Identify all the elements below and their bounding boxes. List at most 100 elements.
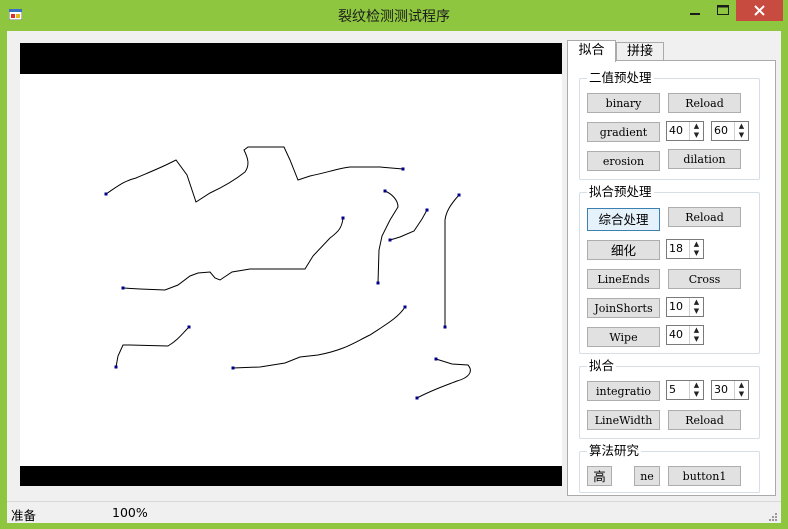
group-title: 算法研究 xyxy=(587,443,642,458)
spin-down-icon[interactable]: ▼ xyxy=(690,131,703,140)
gradient-button[interactable]: gradient xyxy=(587,122,660,142)
integration-b-stepper[interactable]: 30 ▲ ▼ xyxy=(711,380,749,400)
high-button[interactable]: 高 xyxy=(587,466,612,486)
integration-a-stepper[interactable]: 5 ▲ ▼ xyxy=(666,380,704,400)
gradient-low-value: 40 xyxy=(669,124,683,137)
crack-endpoint xyxy=(187,325,191,329)
wipe-button[interactable]: Wipe xyxy=(587,327,660,347)
crack-endpoint xyxy=(231,366,235,370)
crack-endpoint xyxy=(383,189,387,193)
lineends-button[interactable]: LineEnds xyxy=(587,269,660,289)
group-algorithm-research: 算法研究 高 ne button1 xyxy=(579,444,760,493)
close-icon xyxy=(754,5,765,16)
stepper-arrows: ▲ ▼ xyxy=(734,381,748,399)
spin-up-icon[interactable]: ▲ xyxy=(690,381,703,390)
button1[interactable]: button1 xyxy=(668,466,741,486)
group-fit: 拟合 integratio 5 ▲ ▼ 30 ▲ ▼ LineWidth Rel… xyxy=(579,359,760,439)
crack-endpoint xyxy=(114,365,118,369)
group-fit-preprocess: 拟合预处理 综合处理 Reload 细化 18 ▲ ▼ LineEnds Cro… xyxy=(579,185,760,354)
crack-line xyxy=(444,194,460,327)
crack-endpoint xyxy=(121,286,125,290)
binary-button[interactable]: binary xyxy=(587,93,660,113)
reload-fit-button[interactable]: Reload xyxy=(668,207,741,227)
spin-down-icon[interactable]: ▼ xyxy=(690,390,703,399)
spin-up-icon[interactable]: ▲ xyxy=(735,381,748,390)
integration-button[interactable]: integratio xyxy=(587,381,660,401)
crack-endpoint xyxy=(403,305,407,309)
status-text: 准备 xyxy=(11,508,37,523)
thinning-button[interactable]: 细化 xyxy=(587,240,660,260)
crack-endpoint xyxy=(401,167,405,171)
spin-down-icon[interactable]: ▼ xyxy=(735,131,748,140)
crack-endpoint xyxy=(341,216,345,220)
crack-line xyxy=(115,326,190,368)
stepper-arrows: ▲ ▼ xyxy=(689,240,703,258)
crack-endpoint xyxy=(425,208,429,212)
joinshorts-value: 10 xyxy=(669,300,683,313)
maximize-button[interactable] xyxy=(708,0,738,21)
wipe-stepper[interactable]: 40 ▲ ▼ xyxy=(666,325,704,345)
spin-down-icon[interactable]: ▼ xyxy=(690,335,703,344)
group-title: 二值预处理 xyxy=(587,70,654,85)
spin-up-icon[interactable]: ▲ xyxy=(690,298,703,307)
zoom-level: 100% xyxy=(112,505,148,520)
integration-a-value: 5 xyxy=(669,383,676,396)
crack-overlay xyxy=(104,146,471,400)
combined-process-button[interactable]: 综合处理 xyxy=(587,208,660,231)
thinning-stepper[interactable]: 18 ▲ ▼ xyxy=(666,239,704,259)
stepper-arrows: ▲ ▼ xyxy=(734,122,748,140)
thinning-value: 18 xyxy=(669,242,683,255)
minimize-icon xyxy=(690,13,700,15)
stepper-arrows: ▲ ▼ xyxy=(689,326,703,344)
ne-button[interactable]: ne xyxy=(634,466,660,486)
group-title: 拟合 xyxy=(587,358,617,373)
dilation-button[interactable]: dilation xyxy=(668,149,741,169)
resize-grip-icon[interactable] xyxy=(767,511,777,521)
crack-line xyxy=(122,217,344,291)
crack-endpoint xyxy=(434,357,438,361)
spin-up-icon[interactable]: ▲ xyxy=(690,326,703,335)
title-bar[interactable]: 裂纹检测测试程序 xyxy=(0,0,788,31)
stepper-arrows: ▲ ▼ xyxy=(689,381,703,399)
cross-button[interactable]: Cross xyxy=(668,269,741,289)
gradient-low-stepper[interactable]: 40 ▲ ▼ xyxy=(666,121,704,141)
erosion-button[interactable]: erosion xyxy=(587,151,660,171)
spin-down-icon[interactable]: ▼ xyxy=(690,307,703,316)
maximize-icon xyxy=(717,5,729,15)
group-binary-preprocess: 二值预处理 binary Reload gradient 40 ▲ ▼ 60 ▲… xyxy=(579,71,760,180)
crack-line xyxy=(377,190,399,284)
close-button[interactable] xyxy=(736,0,783,21)
spin-up-icon[interactable]: ▲ xyxy=(690,240,703,249)
linewidth-button[interactable]: LineWidth xyxy=(587,410,660,430)
crack-line xyxy=(416,358,471,399)
spin-down-icon[interactable]: ▼ xyxy=(735,390,748,399)
stepper-arrows: ▲ ▼ xyxy=(689,298,703,316)
crack-line xyxy=(232,306,406,369)
spin-up-icon[interactable]: ▲ xyxy=(735,122,748,131)
joinshorts-stepper[interactable]: 10 ▲ ▼ xyxy=(666,297,704,317)
gradient-high-stepper[interactable]: 60 ▲ ▼ xyxy=(711,121,749,141)
tab-fit[interactable]: 拟合 xyxy=(567,40,616,62)
stepper-arrows: ▲ ▼ xyxy=(689,122,703,140)
integration-b-value: 30 xyxy=(714,383,728,396)
crack-endpoint xyxy=(443,325,447,329)
crack-endpoint xyxy=(457,193,461,197)
crack-endpoint xyxy=(104,192,108,196)
gradient-high-value: 60 xyxy=(714,124,728,137)
group-title: 拟合预处理 xyxy=(587,184,654,199)
spin-down-icon[interactable]: ▼ xyxy=(690,249,703,258)
minimize-button[interactable] xyxy=(680,0,710,21)
wipe-value: 40 xyxy=(669,328,683,341)
joinshorts-button[interactable]: JoinShorts xyxy=(587,298,660,318)
reload-binary-button[interactable]: Reload xyxy=(668,93,741,113)
tab-stitch[interactable]: 拼接 xyxy=(616,42,664,61)
crack-endpoint xyxy=(376,281,380,285)
crack-line xyxy=(389,209,428,241)
crack-endpoint xyxy=(388,238,392,242)
spin-up-icon[interactable]: ▲ xyxy=(690,122,703,131)
crack-endpoint xyxy=(415,396,419,400)
crack-line xyxy=(105,146,404,203)
tab-page-fit: 二值预处理 binary Reload gradient 40 ▲ ▼ 60 ▲… xyxy=(567,60,776,496)
status-bar: 准备 100% xyxy=(7,501,781,523)
reload-fitting-button[interactable]: Reload xyxy=(668,410,741,430)
